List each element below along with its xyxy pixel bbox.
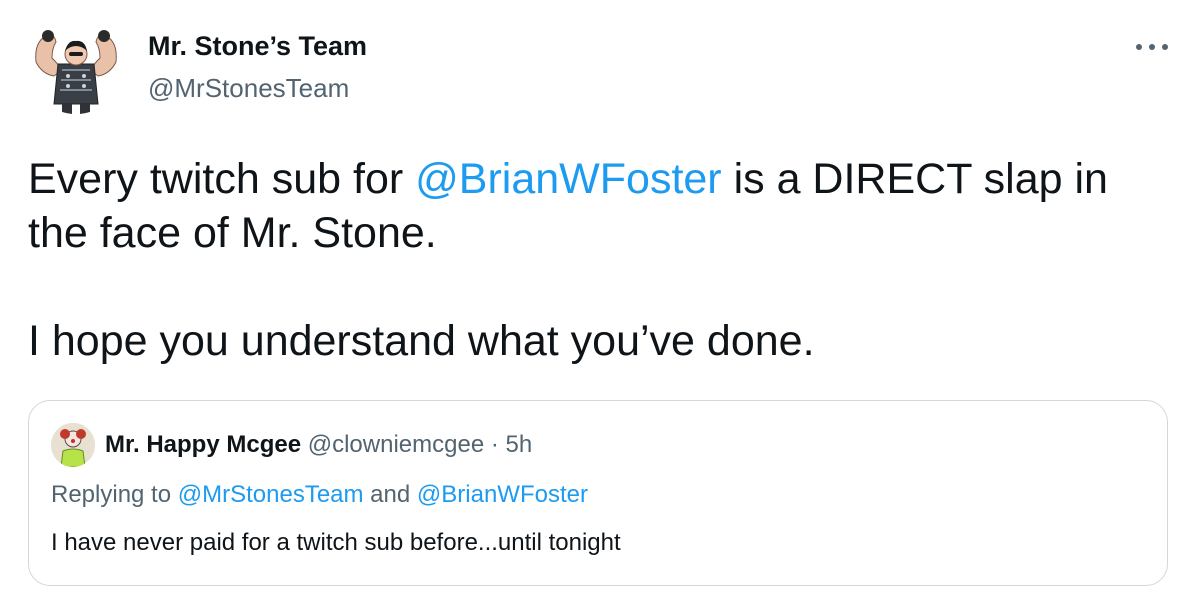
tweet-paragraph-1: Every twitch sub for @BrianWFoster is a … [28,152,1178,260]
more-horizontal-icon [1162,44,1168,50]
quoted-author-name[interactable]: Mr. Happy Mcgee [105,431,301,458]
reply-mention-link[interactable]: @BrianWFoster [417,481,588,508]
quoted-timestamp[interactable]: 5h [506,431,533,458]
clown-avatar-icon [51,423,95,467]
tweet-paragraph-2: I hope you understand what you’ve done. [28,317,815,365]
tweet-text: Every twitch sub for @BrianWFoster is a … [28,152,1178,368]
author-name[interactable]: Mr. Stone’s Team [148,30,367,62]
reply-mention-link[interactable]: @MrStonesTeam [178,481,364,508]
author-handle[interactable]: @MrStonesTeam [148,72,349,104]
dot-separator: · [484,431,506,458]
quoted-tweet[interactable]: Mr. Happy Mcgee @clowniemcgee · 5h Reply… [28,400,1168,586]
tweet-card: Mr. Stone’s Team @MrStonesTeam Every twi… [0,0,1200,605]
quoted-header: Mr. Happy Mcgee @clowniemcgee · 5h [105,429,532,461]
mention-link[interactable]: @BrianWFoster [415,155,721,203]
quoted-author-handle[interactable]: @clowniemcgee [308,431,484,458]
quoted-author-avatar[interactable] [51,423,95,467]
author-avatar[interactable] [28,18,124,114]
more-options-button[interactable] [1132,32,1172,60]
bodybuilder-avatar-icon [28,18,124,114]
quoted-tweet-text: I have never paid for a twitch sub befor… [51,529,621,556]
more-horizontal-icon [1149,44,1155,50]
reply-and-text: and [363,481,417,508]
replying-to-line: Replying to @MrStonesTeam and @BrianWFos… [51,479,588,511]
replying-to-label: Replying to [51,481,178,508]
tweet-text-segment: Every twitch sub for [28,155,416,203]
more-horizontal-icon [1136,44,1142,50]
